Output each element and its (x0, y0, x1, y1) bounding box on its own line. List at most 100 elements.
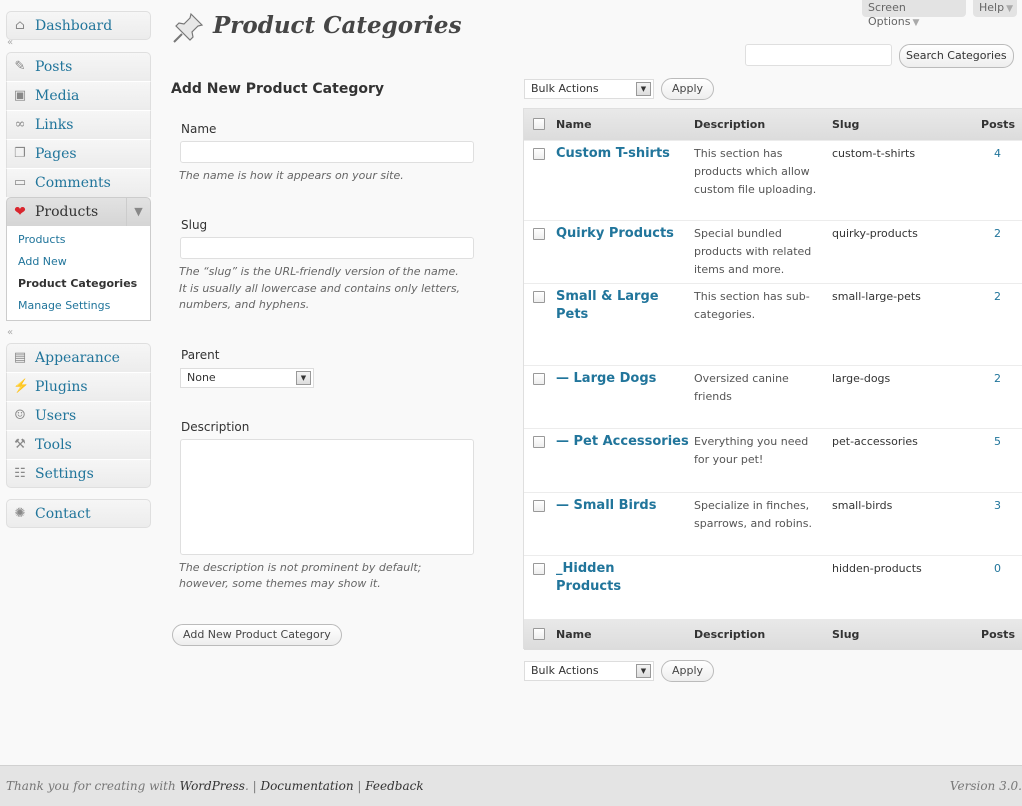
column-posts[interactable]: Posts (981, 118, 1015, 131)
column-name[interactable]: Name (556, 628, 592, 641)
wordpress-link[interactable]: WordPress (180, 779, 245, 793)
menu-comments[interactable]: ▭ Comments (6, 168, 151, 197)
parent-label: Parent (181, 348, 220, 362)
submenu-add-new[interactable]: Add New (7, 251, 150, 273)
table-row: Custom T-shirts This section has product… (524, 140, 1022, 220)
pin-icon: ✎ (14, 59, 26, 74)
category-count-link[interactable]: 4 (994, 145, 1001, 163)
category-count-link[interactable]: 2 (994, 370, 1001, 388)
select-all-checkbox[interactable] (533, 628, 545, 640)
description-help-line-2: however, some themes may show it. (179, 577, 381, 590)
link-icon: ∞ (14, 117, 26, 132)
category-count-link[interactable]: 2 (994, 225, 1001, 243)
category-description: This section has products which allow cu… (694, 147, 817, 196)
menu-links[interactable]: ∞ Links (6, 110, 151, 139)
column-name[interactable]: Name (556, 118, 592, 131)
chevron-down-icon: ▼ (1006, 4, 1013, 14)
category-slug: large-dogs (832, 372, 891, 385)
menu-posts[interactable]: ✎ Posts (6, 52, 151, 81)
category-name-link[interactable]: _Hidden Products (556, 560, 684, 596)
category-name-link[interactable]: — Pet Accessories (556, 433, 696, 451)
column-posts[interactable]: Posts (981, 628, 1015, 641)
submenu-products[interactable]: Products (7, 229, 150, 251)
select-all-checkbox[interactable] (533, 118, 545, 130)
category-count-link[interactable]: 3 (994, 497, 1001, 515)
menu-separator: « (7, 37, 14, 48)
category-slug: quirky-products (832, 227, 918, 240)
heart-icon: ❤ (14, 204, 26, 220)
tools-icon: ⚒ (14, 437, 26, 452)
table-footer: Name Description Slug Posts (524, 619, 1022, 650)
version-text: Version 3.0. (949, 779, 1022, 793)
name-help: The name is how it appears on your site. (179, 169, 404, 182)
column-slug[interactable]: Slug (832, 628, 859, 641)
slug-input[interactable] (180, 237, 474, 259)
category-description: Oversized canine friends (694, 372, 789, 403)
row-checkbox[interactable] (533, 563, 545, 575)
feedback-link[interactable]: Feedback (365, 779, 423, 793)
apply-button-top[interactable]: Apply (661, 78, 715, 100)
column-description[interactable]: Description (694, 628, 765, 641)
bulk-actions-select-bottom[interactable]: Bulk Actions ▼ (524, 661, 654, 681)
submenu-manage-settings[interactable]: Manage Settings (7, 295, 150, 317)
category-slug: small-large-pets (832, 290, 921, 303)
category-name-link[interactable]: — Large Dogs (556, 370, 684, 388)
menu-appearance[interactable]: ▤ Appearance (6, 343, 151, 372)
slug-help-line-2: It is usually all lowercase and contains… (179, 282, 461, 295)
category-count-link[interactable]: 0 (994, 560, 1001, 578)
parent-select[interactable]: None ▼ (180, 368, 314, 388)
row-checkbox[interactable] (533, 291, 545, 303)
column-slug[interactable]: Slug (832, 118, 859, 131)
submenu-product-categories[interactable]: Product Categories (7, 273, 150, 295)
menu-users[interactable]: ☺ Users (6, 401, 151, 430)
comment-icon: ▭ (13, 175, 27, 190)
appearance-icon: ▤ (13, 350, 27, 365)
home-icon: ⌂ (15, 18, 25, 33)
slug-help-line-3: numbers, and hyphens. (179, 298, 310, 311)
categories-table: Name Description Slug Posts Custom T-shi… (523, 108, 1022, 650)
slug-label: Slug (181, 218, 208, 232)
row-checkbox[interactable] (533, 373, 545, 385)
bulk-actions-select-top[interactable]: Bulk Actions ▼ (524, 79, 654, 99)
description-help-line-1: The description is not prominent by defa… (179, 561, 422, 574)
description-textarea[interactable] (180, 439, 474, 555)
category-name-link[interactable]: Quirky Products (556, 225, 684, 243)
row-checkbox[interactable] (533, 436, 545, 448)
category-count-link[interactable]: 5 (994, 433, 1001, 451)
category-name-link[interactable]: Small & Large Pets (556, 288, 666, 324)
menu-products[interactable]: ❤ Products ▼ (6, 197, 151, 226)
pages-icon: ❐ (14, 146, 26, 161)
menu-dashboard[interactable]: ⌂ Dashboard (6, 11, 151, 40)
row-checkbox[interactable] (533, 500, 545, 512)
screen-options-tab[interactable]: Screen Options ▼ (862, 0, 966, 28)
search-input[interactable] (745, 44, 892, 66)
help-tab[interactable]: Help ▼ (973, 0, 1017, 17)
name-label: Name (181, 122, 217, 136)
row-checkbox[interactable] (533, 148, 545, 160)
column-description[interactable]: Description (694, 118, 765, 131)
documentation-link[interactable]: Documentation (260, 779, 353, 793)
row-checkbox[interactable] (533, 228, 545, 240)
add-new-product-category-button[interactable]: Add New Product Category (172, 624, 342, 646)
menu-tools[interactable]: ⚒ Tools (6, 430, 151, 459)
category-count-link[interactable]: 2 (994, 288, 1001, 306)
menu-pages[interactable]: ❐ Pages (6, 139, 151, 168)
media-icon: ▣ (13, 88, 27, 103)
table-row: — Large Dogs Oversized canine friends la… (524, 365, 1022, 428)
menu-plugins[interactable]: ⚡ Plugins (6, 372, 151, 401)
menu-media[interactable]: ▣ Media (6, 81, 151, 110)
page-title: Product Categories (213, 12, 462, 39)
search-categories-button[interactable]: Search Categories (899, 44, 1014, 68)
category-description: Special bundled products with related it… (694, 227, 812, 276)
category-name-link[interactable]: Custom T-shirts (556, 145, 684, 163)
users-icon: ☺ (14, 408, 26, 423)
menu-settings[interactable]: ☷ Settings (6, 459, 151, 488)
menu-contact[interactable]: ✺ Contact (6, 499, 151, 528)
chevron-down-icon[interactable]: ▼ (126, 198, 150, 226)
category-slug: custom-t-shirts (832, 147, 916, 160)
products-submenu: Products Add New Product Categories Mana… (6, 226, 151, 321)
category-name-link[interactable]: — Small Birds (556, 497, 684, 515)
table-header: Name Description Slug Posts (524, 109, 1022, 140)
name-input[interactable] (180, 141, 474, 163)
apply-button-bottom[interactable]: Apply (661, 660, 715, 682)
